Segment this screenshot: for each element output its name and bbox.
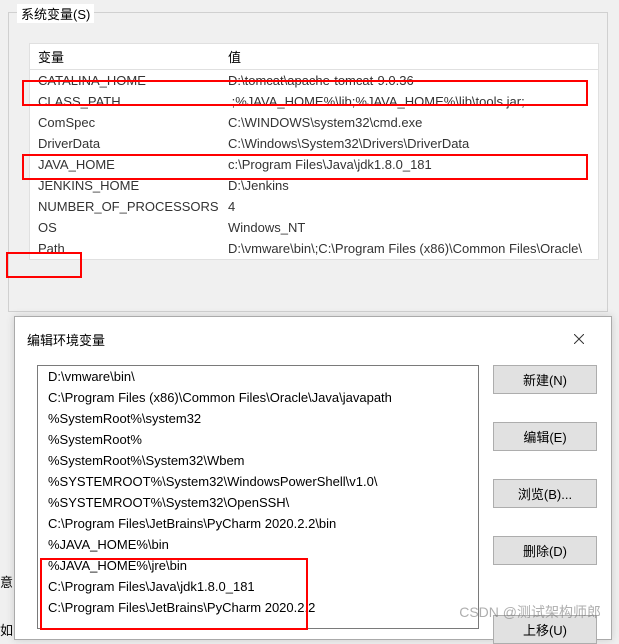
delete-button[interactable]: 删除(D) (493, 536, 597, 565)
system-variables-group: 系统变量(S) 变量 值 CATALINA_HOMED:\tomcat\apac… (8, 12, 608, 312)
table-row[interactable]: JENKINS_HOMED:\Jenkins (30, 175, 598, 196)
fragment-ru: 如 (0, 620, 13, 639)
table-row[interactable]: OSWindows_NT (30, 217, 598, 238)
header-variable: 变量 (30, 44, 220, 69)
cell-var: CLASS_PATH (30, 91, 220, 112)
table-row[interactable]: CATALINA_HOMED:\tomcat\apache-tomcat-9.0… (30, 70, 598, 91)
list-item[interactable]: C:\Program Files (x86)\Common Files\Orac… (38, 387, 478, 408)
cell-val: .;%JAVA_HOME%\lib;%JAVA_HOME%\lib\tools.… (220, 91, 598, 112)
browse-button[interactable]: 浏览(B)... (493, 479, 597, 508)
table-row[interactable]: CLASS_PATH.;%JAVA_HOME%\lib;%JAVA_HOME%\… (30, 91, 598, 112)
list-item[interactable]: D:\vmware\bin\ (38, 366, 478, 387)
cell-val: D:\tomcat\apache-tomcat-9.0.36 (220, 70, 598, 91)
cell-var: CATALINA_HOME (30, 70, 220, 91)
dialog-buttons: 新建(N) 编辑(E) 浏览(B)... 删除(D) 上移(U) (493, 365, 597, 644)
cell-var: OS (30, 217, 220, 238)
edit-env-var-dialog: 编辑环境变量 D:\vmware\bin\C:\Program Files (x… (14, 316, 612, 640)
cell-val: 4 (220, 196, 598, 217)
list-item[interactable]: %SystemRoot%\System32\Wbem (38, 450, 478, 471)
list-item[interactable]: %SYSTEMROOT%\System32\WindowsPowerShell\… (38, 471, 478, 492)
cell-val: C:\Windows\System32\Drivers\DriverData (220, 133, 598, 154)
list-item[interactable]: C:\Program Files\JetBrains\PyCharm 2020.… (38, 597, 478, 618)
sysvars-table[interactable]: 变量 值 CATALINA_HOMED:\tomcat\apache-tomca… (29, 43, 599, 260)
path-listbox[interactable]: D:\vmware\bin\C:\Program Files (x86)\Com… (37, 365, 479, 629)
cell-var: ComSpec (30, 112, 220, 133)
cell-var: NUMBER_OF_PROCESSORS (30, 196, 220, 217)
header-value: 值 (220, 44, 598, 69)
close-icon (574, 334, 584, 344)
list-item[interactable]: %SystemRoot%\system32 (38, 408, 478, 429)
cell-var: JENKINS_HOME (30, 175, 220, 196)
table-header: 变量 值 (30, 44, 598, 70)
dialog-title-text: 编辑环境变量 (27, 330, 105, 349)
new-button[interactable]: 新建(N) (493, 365, 597, 394)
cell-val: D:\vmware\bin\;C:\Program Files (x86)\Co… (220, 238, 598, 259)
close-button[interactable] (559, 325, 599, 353)
group-label: 系统变量(S) (17, 4, 94, 23)
table-row[interactable]: DriverDataC:\Windows\System32\Drivers\Dr… (30, 133, 598, 154)
cell-var: Path (30, 238, 220, 259)
list-item[interactable]: %SystemRoot% (38, 429, 478, 450)
list-item[interactable]: %JAVA_HOME%\bin (38, 534, 478, 555)
cell-var: DriverData (30, 133, 220, 154)
list-item[interactable]: C:\Program Files\Java\jdk1.8.0_181 (38, 576, 478, 597)
cell-var: JAVA_HOME (30, 154, 220, 175)
table-row[interactable]: JAVA_HOMEc:\Program Files\Java\jdk1.8.0_… (30, 154, 598, 175)
fragment-yi: 意 (0, 572, 13, 591)
cell-val: Windows_NT (220, 217, 598, 238)
dialog-titlebar: 编辑环境变量 (15, 317, 611, 361)
table-row[interactable]: NUMBER_OF_PROCESSORS4 (30, 196, 598, 217)
list-item[interactable]: %SYSTEMROOT%\System32\OpenSSH\ (38, 492, 478, 513)
edit-button[interactable]: 编辑(E) (493, 422, 597, 451)
table-row[interactable]: PathD:\vmware\bin\;C:\Program Files (x86… (30, 238, 598, 259)
list-item[interactable]: C:\Program Files\JetBrains\PyCharm 2020.… (38, 513, 478, 534)
cell-val: c:\Program Files\Java\jdk1.8.0_181 (220, 154, 598, 175)
list-item[interactable]: %JAVA_HOME%\jre\bin (38, 555, 478, 576)
cell-val: D:\Jenkins (220, 175, 598, 196)
table-row[interactable]: ComSpecC:\WINDOWS\system32\cmd.exe (30, 112, 598, 133)
cell-val: C:\WINDOWS\system32\cmd.exe (220, 112, 598, 133)
